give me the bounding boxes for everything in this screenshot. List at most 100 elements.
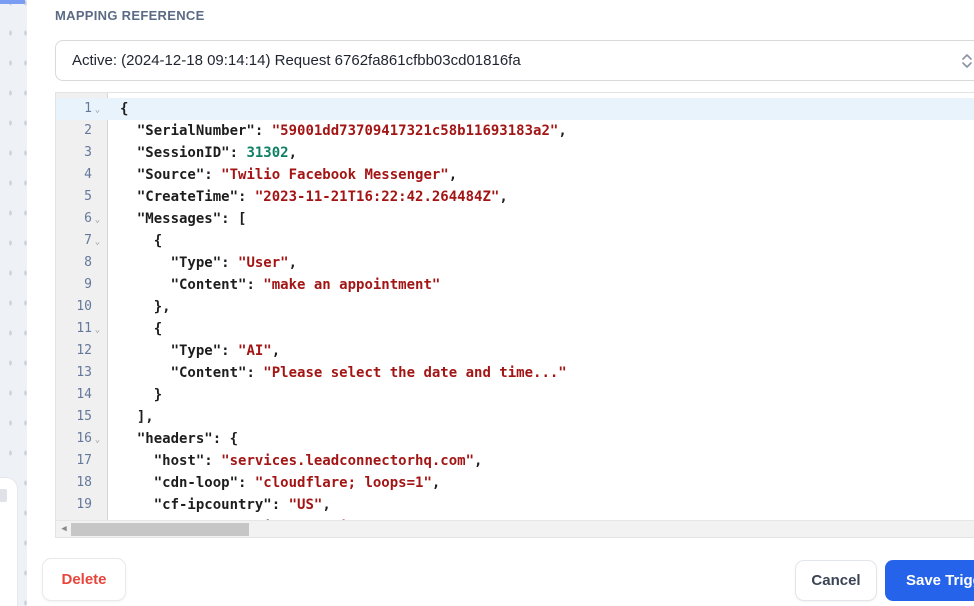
line-number: 10 — [56, 296, 109, 318]
json-string: "make an appointment" — [263, 277, 441, 293]
line-number: 8 — [56, 252, 109, 274]
code-line[interactable]: 9 "Content": "make an appointment" — [56, 274, 974, 296]
json-string: "User" — [238, 255, 289, 271]
line-number-text: 17 — [76, 453, 92, 468]
line-number: 19 — [56, 494, 109, 516]
request-select-value: Active: (2024-12-18 09:14:14) Request 67… — [72, 52, 521, 69]
line-number-text: 11 — [76, 321, 92, 336]
code-text: ], — [109, 406, 154, 428]
code-line[interactable]: 6 ⌄ "Messages": [ — [56, 208, 974, 230]
json-punctuation: , — [558, 123, 567, 139]
line-number-text: 9 — [84, 277, 92, 292]
line-number-text: 4 — [84, 167, 92, 182]
json-key: "SerialNumber" — [136, 123, 255, 139]
json-punctuation — [120, 145, 137, 161]
code-line[interactable]: 18 "cdn-loop": "cloudflare; loops=1", — [56, 472, 974, 494]
json-punctuation — [120, 211, 137, 227]
json-punctuation: , — [271, 343, 281, 359]
json-punctuation — [120, 167, 137, 183]
json-editor[interactable]: 1 ⌄ {2 "SerialNumber": "59001dd73709417321… — [55, 92, 974, 538]
code-line[interactable]: 13 "Content": "Please select the date an… — [56, 362, 974, 384]
cancel-button[interactable]: Cancel — [795, 560, 877, 601]
fold-toggle-icon[interactable]: ⌄ — [92, 231, 103, 253]
json-punctuation — [120, 255, 171, 271]
json-punctuation: : — [221, 343, 239, 359]
code-line[interactable]: 17 "host": "services.leadconnectorhq.com… — [56, 450, 974, 472]
code-text: "Messages": [ — [109, 208, 247, 230]
json-punctuation — [120, 123, 137, 139]
line-number-text: 13 — [76, 365, 92, 380]
line-number: 1 ⌄ — [56, 98, 109, 120]
code-line[interactable]: 3 "SessionID": 31302, — [56, 142, 974, 164]
code-text: } — [109, 384, 162, 406]
code-line[interactable]: 16 ⌄ "headers": { — [56, 428, 974, 450]
code-line[interactable]: 2 "SerialNumber": "59001dd73709417321c58… — [56, 120, 974, 142]
code-line[interactable]: 4 "Source": "Twilio Facebook Messenger", — [56, 164, 974, 186]
json-punctuation: { — [120, 321, 163, 337]
code-text: { — [109, 318, 162, 340]
code-line[interactable]: 11 ⌄ { — [56, 318, 974, 340]
json-punctuation — [120, 365, 171, 381]
line-number-text: 8 — [84, 255, 92, 270]
json-string: "cloudflare; loops=1" — [254, 475, 432, 491]
fold-toggle-icon[interactable]: ⌄ — [92, 429, 103, 451]
code-line[interactable]: 12 "Type": "AI", — [56, 340, 974, 362]
fold-toggle-icon[interactable]: ⌄ — [92, 319, 103, 341]
json-punctuation: : — [204, 167, 222, 183]
code-line[interactable]: 5 "CreateTime": "2023-11-21T16:22:42.264… — [56, 186, 974, 208]
line-number: 16 ⌄ — [56, 428, 109, 450]
code-text: }, — [109, 296, 171, 318]
fold-toggle-icon[interactable]: ⌄ — [92, 99, 103, 121]
code-text: "Type": "User", — [109, 252, 297, 274]
scroll-left-arrow-icon[interactable]: ◀ — [57, 521, 71, 537]
line-number: 15 — [56, 406, 109, 428]
json-punctuation — [120, 277, 171, 293]
line-number-text: 10 — [76, 299, 92, 314]
json-punctuation: : — [221, 255, 239, 271]
json-punctuation: { — [120, 101, 129, 117]
json-punctuation — [120, 453, 154, 469]
line-number: 14 — [56, 384, 109, 406]
code-text: "CreateTime": "2023-11-21T16:22:42.26448… — [109, 186, 508, 208]
json-key: "host" — [153, 453, 205, 469]
line-number-text: 16 — [76, 431, 92, 446]
line-number: 3 — [56, 142, 109, 164]
request-select[interactable]: Active: (2024-12-18 09:14:14) Request 67… — [55, 40, 974, 81]
code-line[interactable]: 15 ], — [56, 406, 974, 428]
json-punctuation — [120, 497, 154, 513]
code-text: "Source": "Twilio Facebook Messenger", — [109, 164, 457, 186]
code-line[interactable]: 8 "Type": "User", — [56, 252, 974, 274]
code-text: "host": "services.leadconnectorhq.com", — [109, 450, 483, 472]
line-number: 18 — [56, 472, 109, 494]
code-line[interactable]: 1 ⌄ { — [56, 98, 974, 120]
json-punctuation: : — [238, 189, 255, 205]
code-line[interactable]: 10 }, — [56, 296, 974, 318]
json-punctuation: : — [229, 145, 247, 161]
line-number: 4 — [56, 164, 109, 186]
scrollbar-thumb[interactable] — [71, 523, 249, 536]
json-key: "cdn-loop" — [153, 475, 239, 491]
select-unfold-icon[interactable] — [960, 51, 974, 71]
json-punctuation: , — [499, 189, 508, 205]
horizontal-scrollbar[interactable]: ◀ ▶ — [56, 520, 974, 537]
delete-button[interactable]: Delete — [42, 558, 126, 601]
code-line[interactable]: 14 } — [56, 384, 974, 406]
code-line[interactable]: 19 "cf-ipcountry": "US", — [56, 494, 974, 516]
code-text: "SessionID": 31302, — [109, 142, 297, 164]
line-number-text: 19 — [76, 497, 92, 512]
fold-toggle-icon[interactable]: ⌄ — [92, 209, 103, 231]
line-number-text: 14 — [76, 387, 92, 402]
json-punctuation: , — [474, 453, 483, 469]
save-trigger-button[interactable]: Save Trigger — [885, 560, 974, 601]
json-key: "Type" — [170, 255, 222, 271]
json-string: "US" — [288, 497, 323, 513]
code-text: "Content": "Please select the date and t… — [109, 362, 567, 384]
json-key: "CreateTime" — [136, 189, 239, 205]
json-key: "Source" — [136, 167, 205, 183]
code-line[interactable]: 7 ⌄ { — [56, 230, 974, 252]
json-punctuation: , — [322, 497, 331, 513]
json-punctuation: , — [431, 475, 441, 491]
json-key: "Type" — [170, 343, 222, 359]
json-punctuation: , — [448, 167, 458, 183]
json-key: "Content" — [170, 277, 247, 293]
